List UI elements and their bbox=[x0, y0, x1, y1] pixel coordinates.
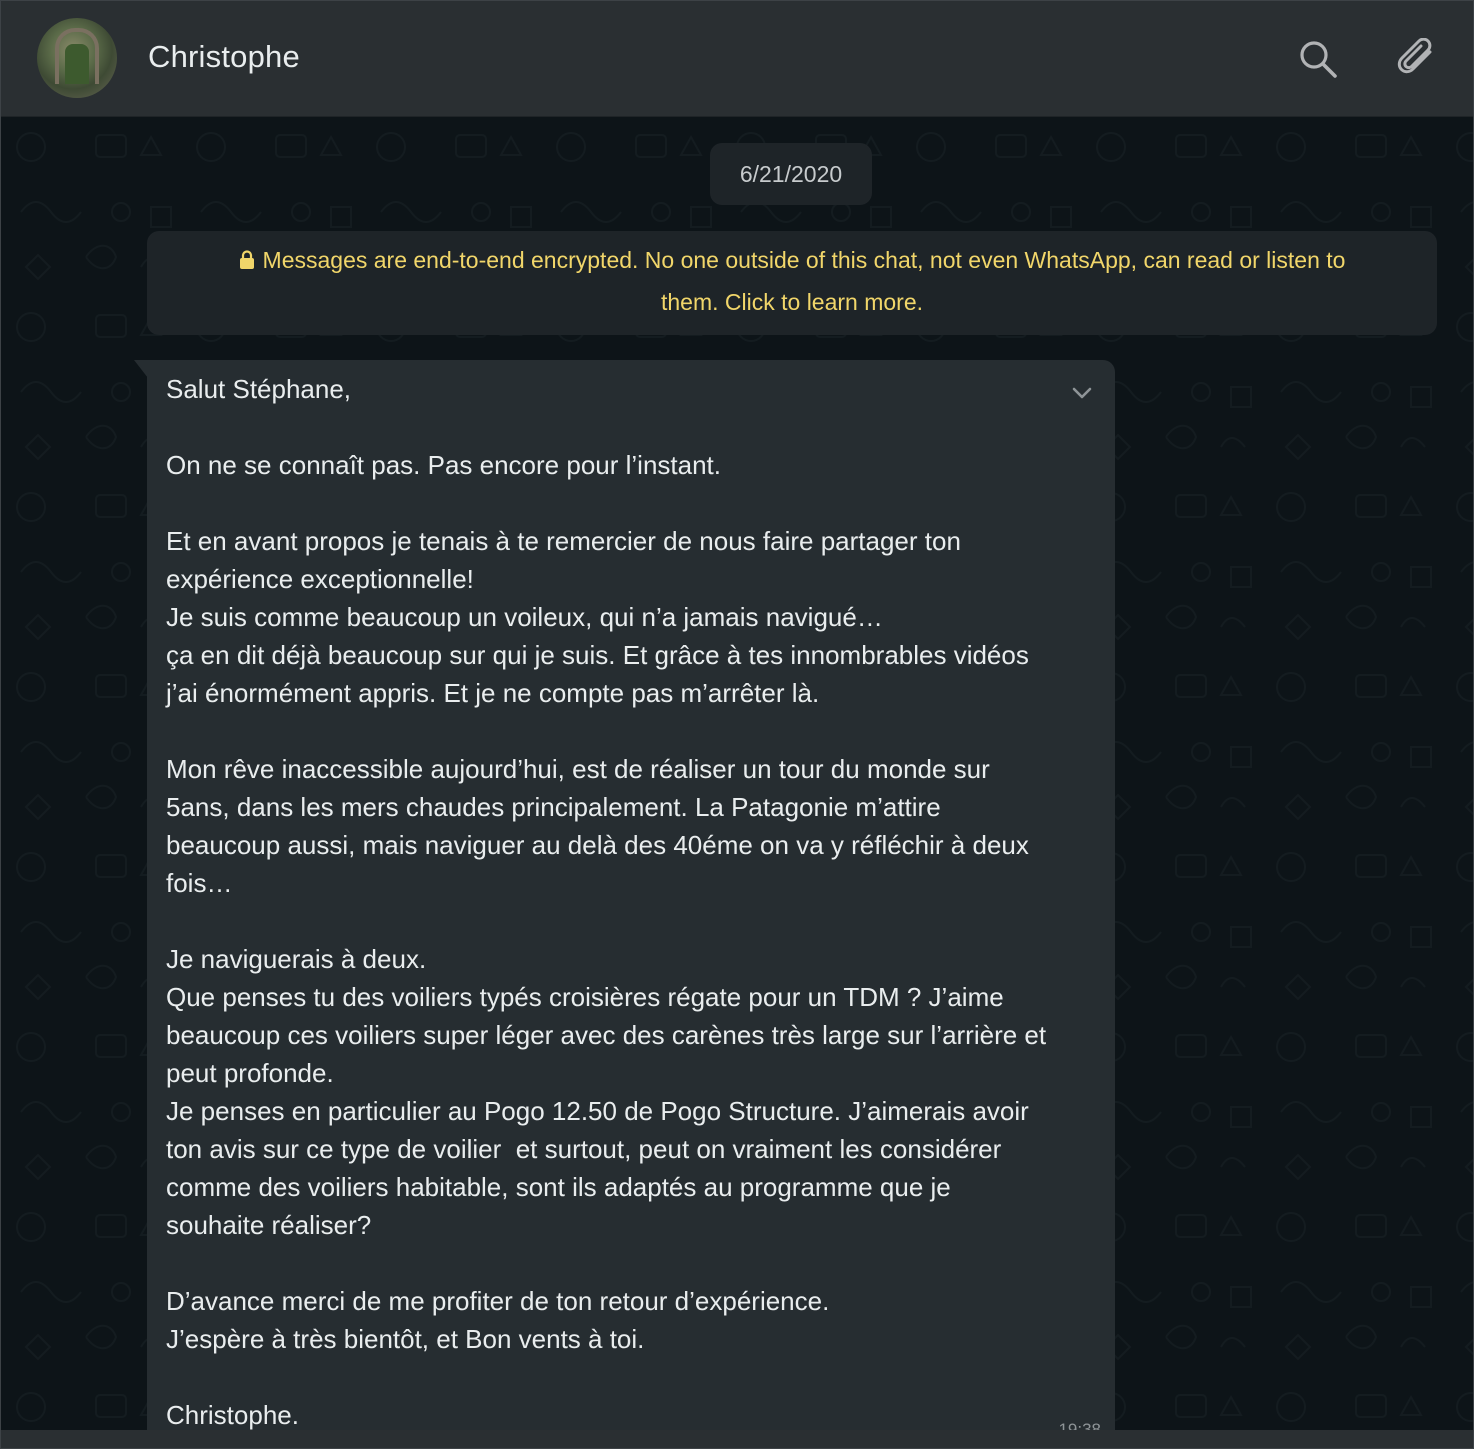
message-line: souhaite réaliser? bbox=[166, 1210, 372, 1240]
message-line: Je naviguerais à deux. bbox=[166, 944, 427, 974]
contact-name[interactable]: Christophe bbox=[148, 39, 300, 75]
message-line: fois… bbox=[166, 868, 233, 898]
chat-header: Christophe bbox=[1, 1, 1473, 117]
message-line: beaucoup aussi, mais naviguer au delà de… bbox=[166, 830, 1029, 860]
chevron-down-icon[interactable] bbox=[1069, 380, 1095, 406]
lock-icon bbox=[239, 250, 254, 269]
message-line: ton avis sur ce type de voilier et surto… bbox=[166, 1134, 1002, 1164]
message-line: ça en dit déjà beaucoup sur qui je suis.… bbox=[166, 640, 1029, 670]
message-line: Je suis comme beaucoup un voileux, qui n… bbox=[166, 602, 883, 632]
message-line: Je penses en particulier au Pogo 12.50 d… bbox=[166, 1096, 1029, 1126]
message-line bbox=[166, 1358, 1101, 1396]
message-text: Salut Stéphane, On ne se connaît pas. Pa… bbox=[166, 370, 1101, 1434]
message-line bbox=[166, 408, 1101, 446]
avatar-arch bbox=[55, 28, 99, 84]
encryption-notice-line1: Messages are end-to-end encrypted. No on… bbox=[262, 247, 1346, 273]
contact-avatar[interactable] bbox=[37, 18, 117, 98]
bottom-edge-bar bbox=[1, 1430, 1473, 1448]
message-line: comme des voiliers habitable, sont ils a… bbox=[166, 1172, 951, 1202]
message-line: Christophe. bbox=[166, 1400, 299, 1430]
whatsapp-chat-window: Christophe 6/21/2020 Messages are end-to… bbox=[0, 0, 1474, 1449]
message-line: beaucoup ces voiliers super léger avec d… bbox=[166, 1020, 1047, 1050]
message-line: Que penses tu des voiliers typés croisiè… bbox=[166, 982, 1004, 1012]
incoming-message-bubble[interactable]: Salut Stéphane, On ne se connaît pas. Pa… bbox=[147, 360, 1115, 1448]
message-line bbox=[166, 484, 1101, 522]
message-line: Et en avant propos je tenais à te remerc… bbox=[166, 526, 961, 556]
message-line: 5ans, dans les mers chaudes principaleme… bbox=[166, 792, 941, 822]
message-line: expérience exceptionnelle! bbox=[166, 564, 474, 594]
date-separator: 6/21/2020 bbox=[710, 143, 872, 205]
bubble-tail bbox=[134, 360, 148, 378]
message-line bbox=[166, 1244, 1101, 1282]
search-icon[interactable] bbox=[1297, 38, 1339, 80]
message-line: D’avance merci de me profiter de ton ret… bbox=[166, 1286, 830, 1316]
chat-area[interactable]: 6/21/2020 Messages are end-to-end encryp… bbox=[1, 117, 1473, 1448]
message-line: Mon rêve inaccessible aujourd’hui, est d… bbox=[166, 754, 990, 784]
message-line: j’ai énormément appris. Et je ne compte … bbox=[166, 678, 820, 708]
message-line: On ne se connaît pas. Pas encore pour l’… bbox=[166, 450, 722, 480]
message-line: Salut Stéphane, bbox=[166, 374, 352, 404]
message-line: peut profonde. bbox=[166, 1058, 334, 1088]
message-line bbox=[166, 712, 1101, 750]
message-line: J’espère à très bientôt, et Bon vents à … bbox=[166, 1324, 645, 1354]
encryption-notice-line2: them. Click to learn more. bbox=[660, 289, 924, 315]
encryption-notice[interactable]: Messages are end-to-end encrypted. No on… bbox=[147, 231, 1437, 335]
message-line bbox=[166, 902, 1101, 940]
paperclip-icon[interactable] bbox=[1396, 38, 1438, 80]
